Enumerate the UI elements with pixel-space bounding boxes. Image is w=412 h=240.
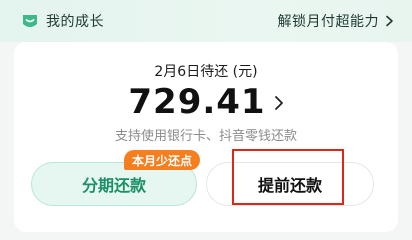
unlock-label: 解锁月付超能力 (277, 14, 379, 30)
highlight-annotation (232, 149, 344, 205)
growth-badge-icon (23, 15, 37, 27)
bill-amount: 729.41 (128, 82, 266, 122)
promo-badge: 本月少还点 (124, 150, 201, 170)
chevron-right-icon (274, 96, 283, 110)
growth-label: 我的成长 (46, 14, 104, 30)
unlock-monthly-link[interactable]: 解锁月付超能力 (278, 11, 395, 31)
amount-row[interactable]: 729.41 (0, 80, 412, 124)
payment-methods-text: 支持使用银行卡、抖音零钱还款 (114, 129, 297, 144)
due-date-label: 2月6日待还 (元) (154, 64, 258, 80)
installment-label: 分期还款 (81, 176, 146, 195)
chevron-right-icon (386, 15, 393, 27)
growth-banner[interactable]: 我的成长 解锁月付超能力 (0, 0, 412, 42)
